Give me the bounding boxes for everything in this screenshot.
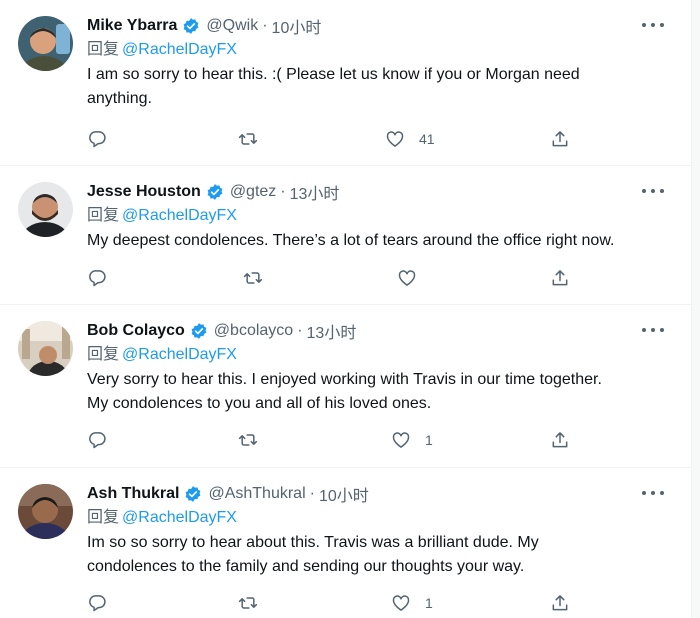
action-bar: 1	[87, 428, 590, 452]
tweet-text-line: Im so so sorry to hear about this. Travi…	[87, 534, 539, 551]
like-button[interactable]: 1	[391, 593, 433, 613]
tweet-text: I am so sorry to hear this. :( Please le…	[87, 63, 652, 111]
reply-button[interactable]	[87, 430, 107, 450]
more-icon[interactable]	[642, 18, 664, 32]
retweet-button[interactable]	[237, 430, 259, 450]
share-icon	[552, 595, 568, 611]
author-handle[interactable]: @AshThukral	[208, 485, 305, 503]
reply-prefix: 回复	[87, 41, 120, 58]
share-icon	[552, 270, 568, 286]
like-count: 41	[419, 131, 435, 147]
action-bar	[87, 266, 590, 290]
author-name[interactable]: Ash Thukral	[87, 485, 179, 503]
reply-context: 回复 @RachelDayFX	[87, 204, 652, 228]
reply-prefix: 回复	[87, 509, 120, 526]
timestamp[interactable]: 10小时	[319, 482, 369, 506]
separator-dot: ·	[297, 322, 303, 339]
like-button[interactable]	[397, 268, 431, 288]
reply-prefix: 回复	[87, 207, 120, 224]
heart-icon	[398, 270, 416, 286]
heart-icon	[392, 595, 410, 611]
verified-badge-icon	[206, 183, 224, 201]
timestamp[interactable]: 10小时	[272, 14, 322, 38]
tweet-text: My deepest condolences. There’s a lot of…	[87, 229, 652, 253]
more-icon[interactable]	[642, 486, 664, 500]
reply-context: 回复 @RachelDayFX	[87, 343, 652, 367]
tweet-text-line: I am so sorry to hear this. :( Please le…	[87, 66, 580, 83]
avatar[interactable]	[18, 16, 73, 71]
reply-to-mention[interactable]: @RachelDayFX	[122, 41, 237, 58]
reply-to-mention[interactable]: @RachelDayFX	[122, 207, 237, 224]
author-name[interactable]: Bob Colayco	[87, 322, 185, 340]
reply-button[interactable]	[87, 593, 107, 613]
avatar[interactable]	[18, 182, 73, 237]
retweet-icon	[238, 133, 258, 145]
retweet-button[interactable]	[237, 129, 259, 149]
tweet-text-line: My deepest condolences. There’s a lot of…	[87, 232, 615, 249]
reply-context: 回复 @RachelDayFX	[87, 506, 652, 530]
reply-to-mention[interactable]: @RachelDayFX	[122, 346, 237, 363]
more-icon[interactable]	[642, 323, 664, 337]
like-count: 1	[425, 595, 433, 611]
verified-badge-icon	[190, 322, 208, 340]
reply-to-mention[interactable]: @RachelDayFX	[122, 509, 237, 526]
retweet-icon	[243, 272, 263, 284]
reply-button[interactable]	[87, 129, 107, 149]
retweet-icon	[238, 434, 258, 446]
tweet-text-line: condolences to the family and sending ou…	[87, 558, 525, 575]
reply-context: 回复 @RachelDayFX	[87, 38, 652, 62]
retweet-button[interactable]	[237, 593, 259, 613]
share-button[interactable]	[550, 129, 570, 149]
avatar[interactable]	[18, 484, 73, 539]
author-name[interactable]: Jesse Houston	[87, 183, 201, 201]
reply-feed: Mike Ybarra @Qwik · 10小时 回复 @RachelDayFX …	[0, 0, 700, 618]
tweet-text-line: Very sorry to hear this. I enjoyed worki…	[87, 371, 602, 388]
reply-icon	[89, 432, 106, 449]
retweet-button[interactable]	[242, 268, 264, 288]
verified-badge-icon	[182, 17, 200, 35]
more-icon[interactable]	[642, 184, 664, 198]
separator-dot: ·	[280, 183, 286, 200]
separator-dot: ·	[262, 17, 268, 34]
like-button[interactable]: 1	[391, 430, 433, 450]
author-handle[interactable]: @Qwik	[206, 17, 258, 35]
like-button[interactable]: 41	[385, 129, 435, 149]
heart-icon	[386, 131, 404, 147]
share-button[interactable]	[550, 593, 570, 613]
reply-button[interactable]	[87, 268, 107, 288]
tweet-text-line: My condolences to you and all of his lov…	[87, 395, 432, 412]
reply-icon	[89, 595, 106, 612]
author-handle[interactable]: @gtez	[230, 183, 276, 201]
tweet-text-line: anything.	[87, 90, 152, 107]
action-bar: 1	[87, 591, 590, 615]
heart-icon	[392, 432, 410, 448]
author-handle[interactable]: @bcolayco	[214, 322, 293, 340]
action-bar: 41	[87, 127, 590, 151]
retweet-icon	[238, 597, 258, 609]
reply-icon	[89, 270, 106, 287]
share-button[interactable]	[550, 268, 570, 288]
timestamp[interactable]: 13小时	[290, 180, 340, 204]
author-name[interactable]: Mike Ybarra	[87, 17, 177, 35]
tweet-text: Im so so sorry to hear about this. Travi…	[87, 531, 652, 579]
verified-badge-icon	[184, 485, 202, 503]
tweet-text: Very sorry to hear this. I enjoyed worki…	[87, 368, 652, 416]
share-button[interactable]	[550, 430, 570, 450]
like-count: 1	[425, 432, 433, 448]
reply-prefix: 回复	[87, 346, 120, 363]
share-icon	[552, 432, 568, 448]
timestamp[interactable]: 13小时	[307, 319, 357, 343]
avatar[interactable]	[18, 321, 73, 376]
share-icon	[552, 131, 568, 147]
separator-dot: ·	[309, 485, 315, 502]
reply-icon	[89, 131, 106, 148]
